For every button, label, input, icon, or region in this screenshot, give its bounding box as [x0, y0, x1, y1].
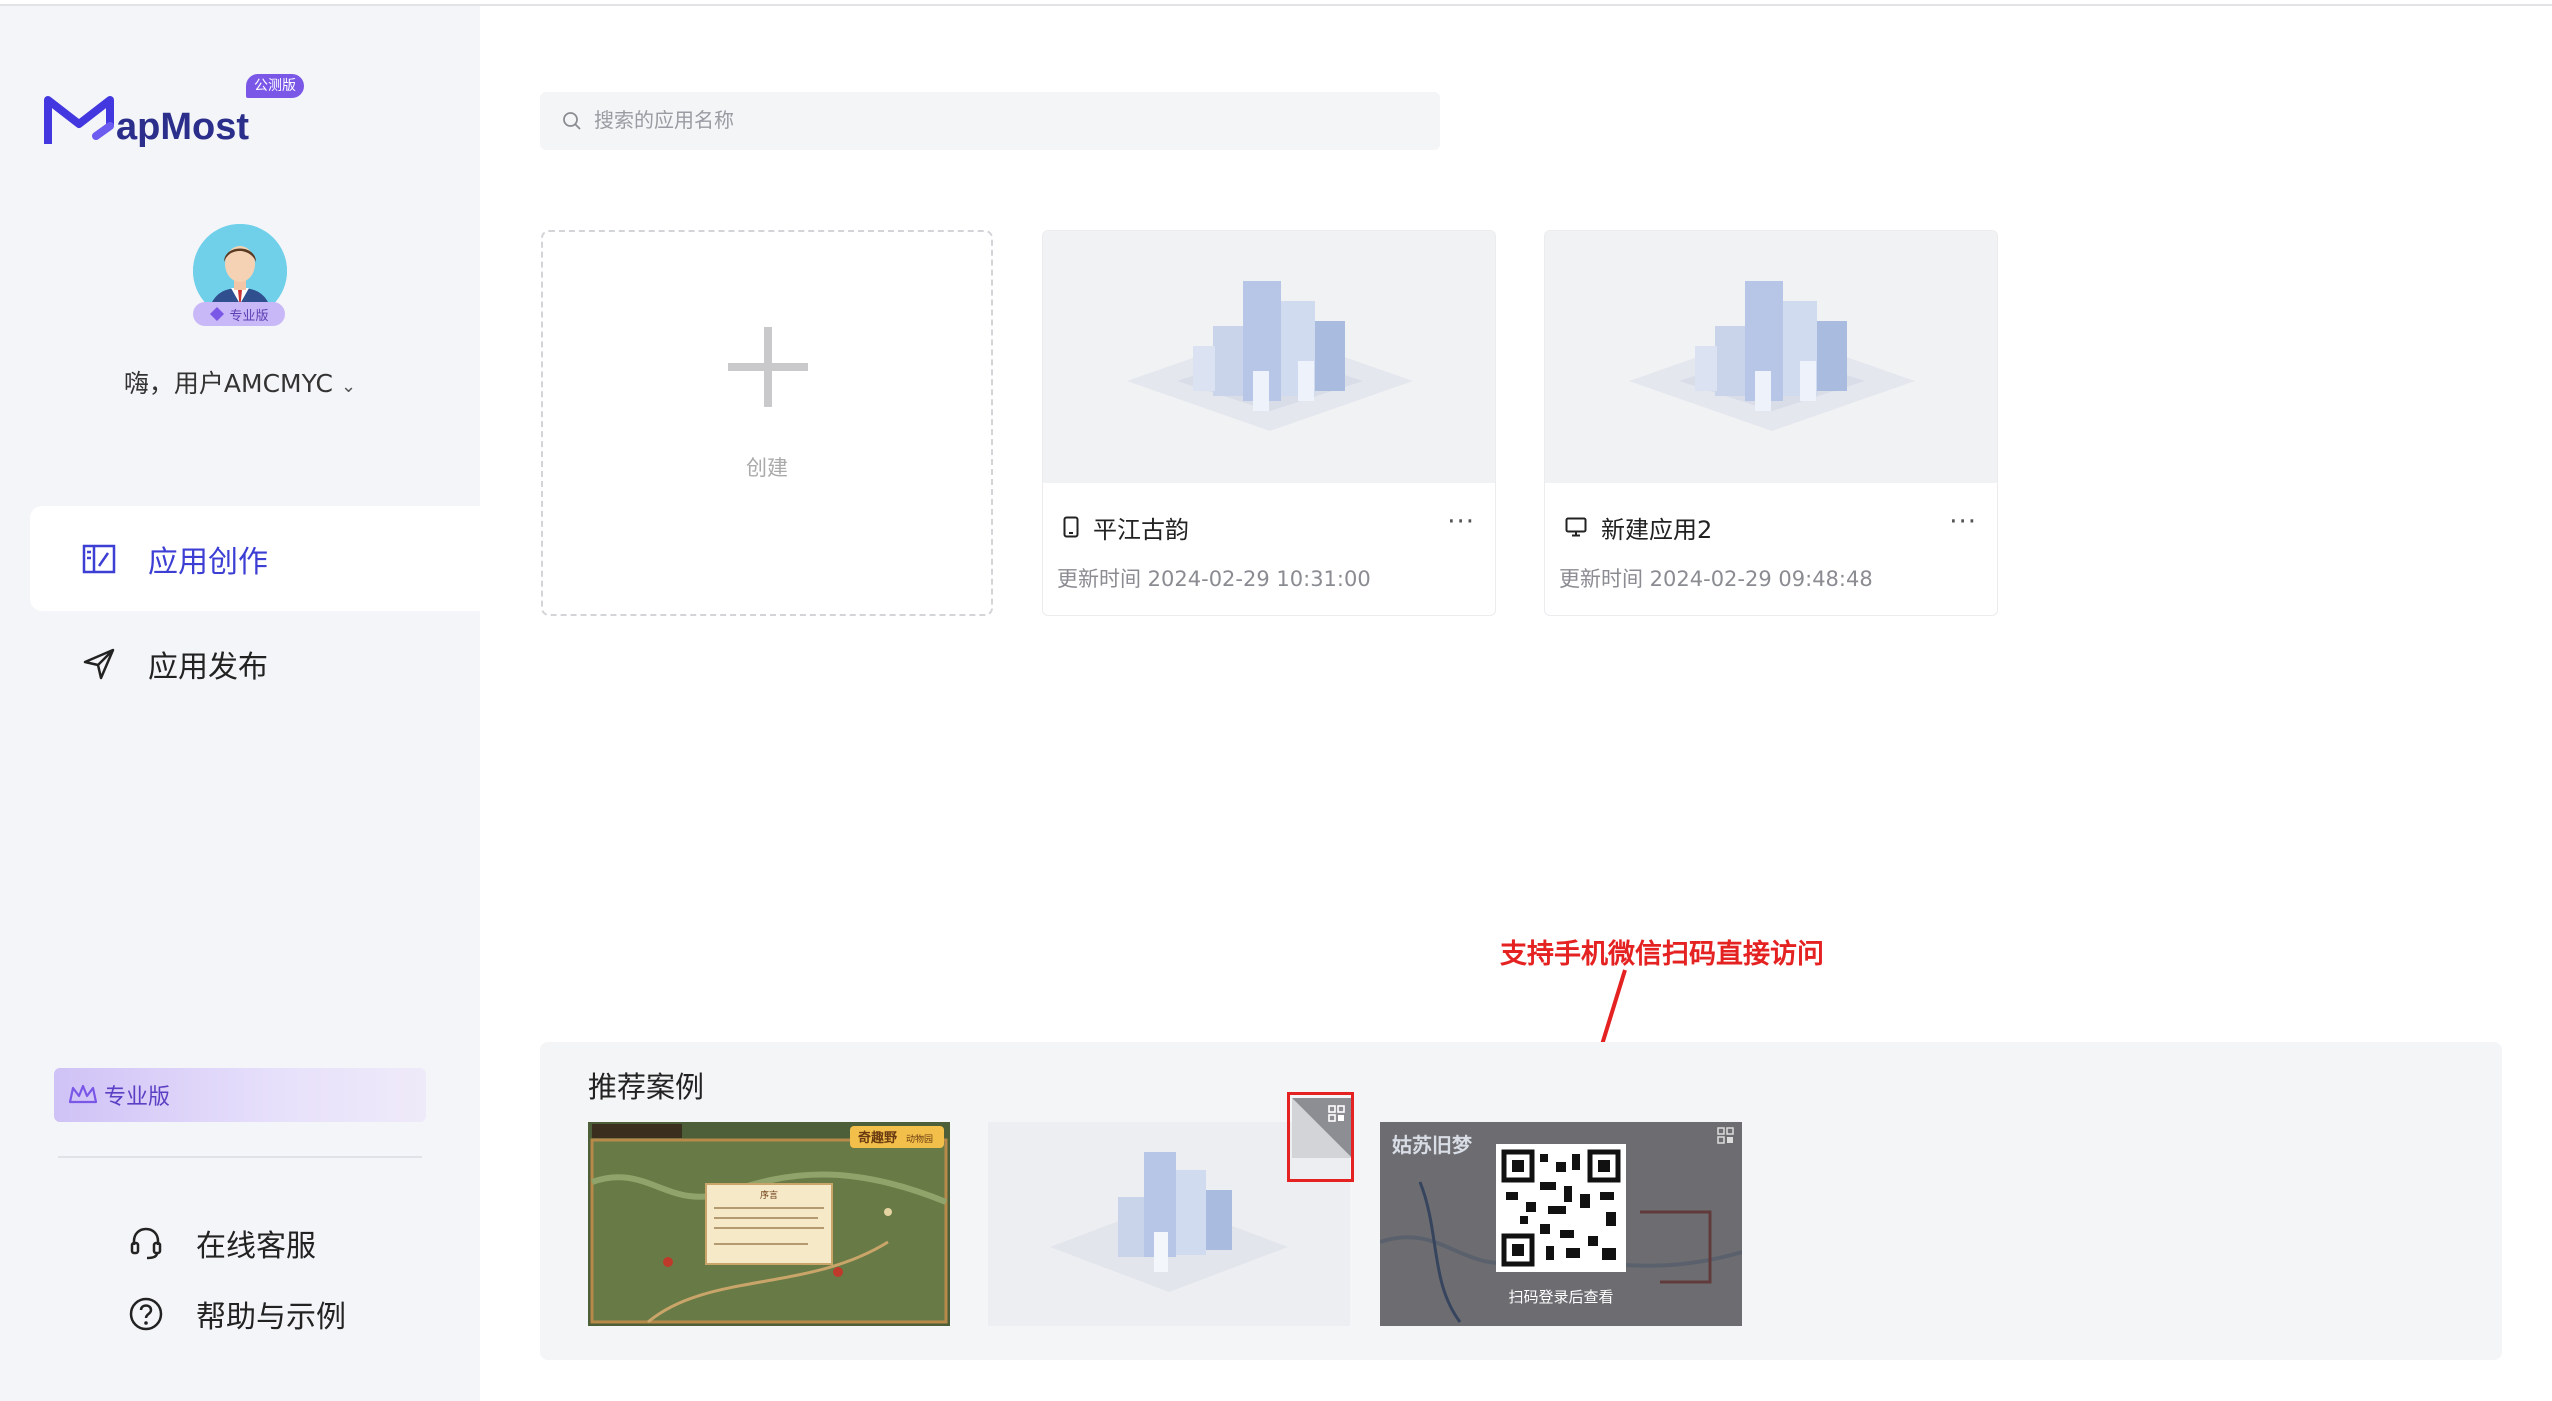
search-input[interactable]	[594, 109, 1394, 133]
app-create-icon	[82, 544, 116, 573]
create-label: 创建	[746, 456, 788, 480]
sidebar-divider	[58, 1156, 422, 1158]
help-circle-icon	[129, 1297, 163, 1331]
recommended-panel: 推荐案例 奇趣野 动物园 序言 姑苏旧梦 扫码登录后查看	[540, 1042, 2502, 1360]
suzhou-map-illustration-icon: 姑苏旧梦 扫码登录后查看	[1380, 1122, 1742, 1326]
help-link[interactable]: 帮助与示例	[128, 1289, 346, 1339]
support-label: 在线客服	[196, 1229, 316, 1264]
map-title: 奇趣野	[858, 1130, 897, 1146]
app-updated-time: 更新时间 2024-02-29 10:31:00	[1057, 567, 1371, 591]
app-title-row: 平江古韵 ···	[1063, 507, 1475, 547]
nav-item-app-publish[interactable]: 应用发布	[30, 611, 480, 716]
logo-m-icon	[44, 96, 114, 144]
annotation-highlight-box	[1287, 1092, 1354, 1182]
annotation-text: 支持手机微信扫码直接访问	[1500, 939, 1824, 970]
support-link[interactable]: 在线客服	[128, 1218, 316, 1268]
nav-label-app-publish: 应用发布	[148, 649, 268, 685]
send-icon	[83, 648, 115, 679]
app-thumbnail	[1545, 231, 1997, 483]
app-card[interactable]: 平江古韵 ··· 更新时间 2024-02-29 10:31:00	[1042, 230, 1496, 616]
beta-badge: 公测版	[246, 74, 304, 98]
diamond-icon	[210, 307, 225, 321]
qr-overlay-caption: 扫码登录后查看	[1508, 1288, 1613, 1306]
map-tag: 动物园	[906, 1133, 933, 1145]
more-options-icon[interactable]: ···	[1447, 507, 1475, 537]
logo[interactable]: apMost	[44, 78, 249, 148]
app-updated-time: 更新时间 2024-02-29 09:48:48	[1559, 567, 1873, 591]
chevron-down-icon: ⌄	[340, 376, 357, 397]
plus-icon	[728, 327, 808, 407]
headset-icon	[130, 1227, 162, 1260]
recommended-case[interactable]: 奇趣野 动物园 序言	[588, 1122, 950, 1326]
recommended-title: 推荐案例	[588, 1070, 705, 1104]
crown-icon	[68, 1084, 98, 1104]
logo-text: apMost	[116, 106, 249, 148]
city-illustration-icon	[1629, 281, 1915, 431]
search-icon	[563, 112, 581, 130]
dialog-title: 序言	[760, 1189, 778, 1201]
recommended-case[interactable]: 姑苏旧梦 扫码登录后查看	[1380, 1122, 1742, 1326]
create-app-card[interactable]: 创建	[541, 230, 993, 616]
app-card[interactable]: 新建应用2 ··· 更新时间 2024-02-29 09:48:48	[1544, 230, 1998, 616]
app-thumbnail	[1043, 231, 1495, 483]
nav-item-app-create[interactable]: 应用创作	[30, 506, 480, 611]
app-title-row: 新建应用2 ···	[1565, 507, 1977, 547]
app-title: 新建应用2	[1601, 515, 1713, 544]
map-title: 姑苏旧梦	[1392, 1133, 1473, 1157]
desktop-icon	[1565, 517, 1587, 537]
mobile-icon	[1063, 516, 1079, 538]
sidebar: apMost 公测版 专业版 嗨，用户AMCMYC ⌄ 应用创作 应用发布 专业…	[0, 6, 480, 1401]
plan-chip: 专业版	[193, 302, 285, 326]
zoo-map-illustration-icon: 奇趣野 动物园 序言	[588, 1122, 950, 1326]
plan-chip-label: 专业版	[229, 308, 269, 324]
user-menu[interactable]: 嗨，用户AMCMYC ⌄	[0, 364, 480, 400]
help-label: 帮助与示例	[196, 1300, 346, 1335]
city-illustration-icon	[1127, 281, 1413, 431]
search-bar[interactable]	[540, 92, 1440, 150]
greeting-text: 嗨，用户AMCMYC	[123, 369, 333, 398]
pro-plan-banner[interactable]: 专业版	[54, 1068, 426, 1122]
more-options-icon[interactable]: ···	[1949, 507, 1977, 537]
app-title: 平江古韵	[1093, 515, 1189, 544]
pro-plan-label: 专业版	[104, 1085, 171, 1110]
nav-label-app-create: 应用创作	[148, 544, 268, 580]
